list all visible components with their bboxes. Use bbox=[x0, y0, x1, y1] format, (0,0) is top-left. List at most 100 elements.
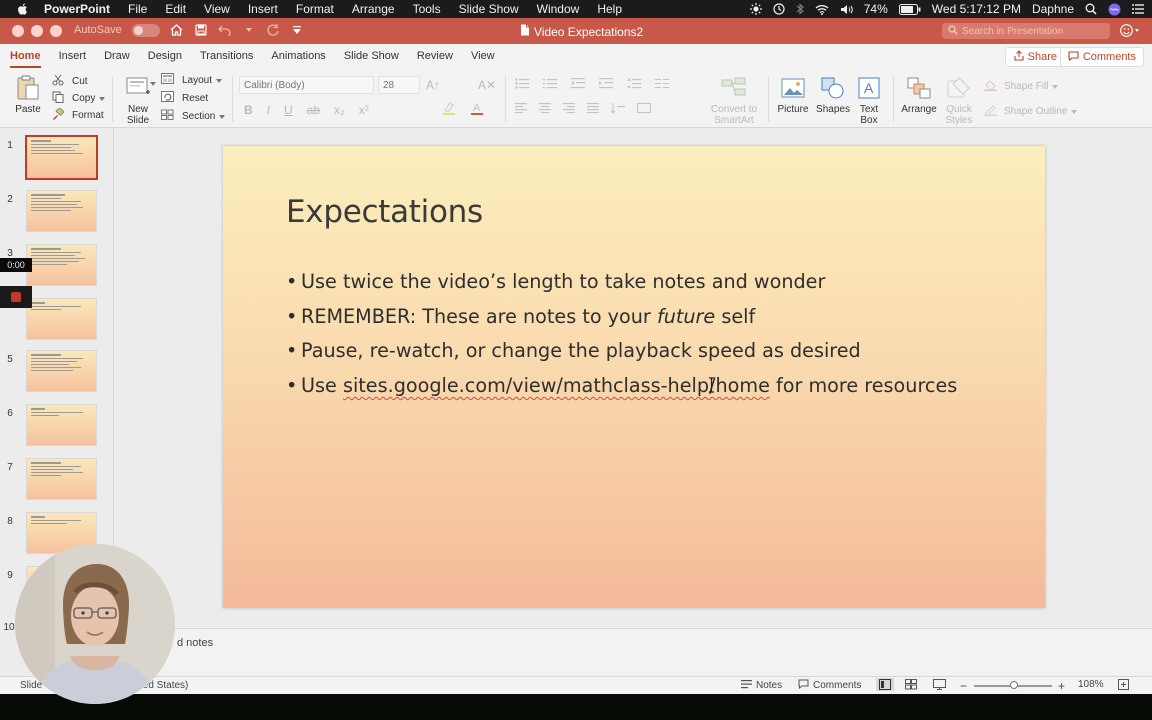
highlight-color-icon[interactable] bbox=[442, 101, 456, 115]
menu-slide-show[interactable]: Slide Show bbox=[459, 2, 519, 16]
tab-slide-show[interactable]: Slide Show bbox=[335, 44, 408, 70]
increase-indent-icon[interactable] bbox=[599, 78, 613, 92]
undo-icon[interactable] bbox=[218, 23, 232, 37]
menu-edit[interactable]: Edit bbox=[165, 2, 186, 16]
slide-thumbnail[interactable]: 7 bbox=[0, 458, 114, 504]
comments-toggle-button[interactable]: Comments bbox=[798, 679, 861, 692]
zoom-level[interactable]: 108% bbox=[1078, 679, 1104, 690]
shape-outline-button[interactable]: Shape Outline bbox=[984, 104, 1078, 119]
undo-dropdown-icon[interactable] bbox=[242, 23, 256, 37]
share-button[interactable]: Share bbox=[1004, 47, 1066, 67]
menu-help[interactable]: Help bbox=[597, 2, 622, 16]
notification-center-icon[interactable] bbox=[1132, 4, 1144, 14]
search-input[interactable] bbox=[962, 25, 1102, 37]
strikethrough-icon[interactable]: ab bbox=[307, 103, 320, 117]
clear-format-icon[interactable]: A✕ bbox=[478, 78, 496, 92]
battery-percent[interactable]: 74% bbox=[864, 2, 888, 16]
new-slide-dropdown-icon[interactable] bbox=[150, 82, 156, 86]
stop-recording-button[interactable] bbox=[0, 286, 32, 308]
section-dropdown-icon[interactable] bbox=[219, 111, 226, 122]
layout-button[interactable]: Layout bbox=[161, 73, 223, 87]
underline-icon[interactable]: U bbox=[284, 103, 293, 117]
align-right-icon[interactable] bbox=[563, 103, 575, 116]
numbering-icon[interactable] bbox=[543, 78, 557, 92]
justify-icon[interactable] bbox=[587, 103, 599, 116]
menubar-user[interactable]: Daphne bbox=[1032, 2, 1074, 16]
columns-icon[interactable] bbox=[655, 78, 669, 92]
webcam-overlay[interactable] bbox=[15, 544, 175, 704]
italic-icon[interactable]: I bbox=[267, 103, 270, 117]
volume-icon[interactable] bbox=[840, 4, 853, 15]
shape-fill-button[interactable]: Shape Fill bbox=[984, 79, 1059, 94]
format-painter-button[interactable]: Format bbox=[52, 106, 104, 123]
current-slide[interactable]: Expectations • Use twice the video’s leng… bbox=[223, 146, 1045, 608]
bluetooth-icon[interactable] bbox=[796, 3, 804, 15]
decrease-indent-icon[interactable] bbox=[571, 78, 585, 92]
bullets-icon[interactable] bbox=[515, 78, 529, 92]
battery-icon[interactable] bbox=[898, 3, 921, 15]
shapes-button[interactable]: Shapes bbox=[816, 75, 850, 115]
menu-file[interactable]: File bbox=[128, 2, 147, 16]
cut-button[interactable]: Cut bbox=[52, 74, 88, 89]
spotlight-search-icon[interactable] bbox=[1085, 3, 1097, 15]
customize-toolbar-icon[interactable] bbox=[290, 23, 304, 37]
slide-thumbnail[interactable]: 6 bbox=[0, 404, 114, 450]
comments-button[interactable]: Comments bbox=[1059, 47, 1144, 67]
time-machine-icon[interactable] bbox=[773, 3, 785, 15]
align-text-icon[interactable] bbox=[637, 103, 651, 116]
slide-bullet-list[interactable]: • Use twice the video’s length to take no… bbox=[286, 270, 957, 408]
slide-thumbnail[interactable]: 5 bbox=[0, 350, 114, 396]
home-icon[interactable] bbox=[170, 23, 184, 37]
notes-pane[interactable]: d notes bbox=[115, 628, 1152, 676]
layout-dropdown-icon[interactable] bbox=[216, 75, 223, 86]
tab-design[interactable]: Design bbox=[139, 44, 191, 70]
font-color-icon[interactable]: A bbox=[470, 101, 484, 115]
line-spacing-icon[interactable] bbox=[627, 78, 641, 92]
reading-view-icon[interactable] bbox=[933, 679, 946, 690]
autosave-toggle[interactable] bbox=[131, 23, 160, 37]
resource-link[interactable]: sites.google.com/view/mathclass-help/hom… bbox=[343, 374, 770, 409]
slide-thumbnail[interactable]: 1 bbox=[0, 135, 114, 182]
bold-icon[interactable]: B bbox=[244, 103, 253, 117]
tab-view[interactable]: View bbox=[462, 44, 504, 70]
minimize-window-button[interactable] bbox=[31, 25, 43, 37]
tab-transitions[interactable]: Transitions bbox=[191, 44, 262, 70]
font-size-field[interactable] bbox=[378, 76, 420, 94]
tab-draw[interactable]: Draw bbox=[95, 44, 139, 70]
tab-animations[interactable]: Animations bbox=[262, 44, 334, 70]
picture-button[interactable]: Picture bbox=[776, 75, 810, 115]
text-box-button[interactable]: A Text Box bbox=[853, 75, 885, 126]
subscript-icon[interactable]: x₂ bbox=[334, 103, 345, 117]
zoom-slider-handle[interactable] bbox=[1010, 681, 1018, 689]
slide-title[interactable]: Expectations bbox=[286, 194, 483, 230]
redo-icon[interactable] bbox=[266, 23, 280, 37]
copy-dropdown-icon[interactable] bbox=[99, 93, 106, 104]
apple-menu-icon[interactable] bbox=[16, 2, 30, 16]
feedback-smiley-icon[interactable] bbox=[1120, 24, 1140, 40]
zoom-in-icon[interactable]: + bbox=[1058, 679, 1065, 693]
fit-to-window-icon[interactable] bbox=[1118, 679, 1129, 690]
font-name-field[interactable] bbox=[239, 76, 374, 94]
brightness-icon[interactable] bbox=[749, 3, 762, 15]
align-center-icon[interactable] bbox=[539, 103, 551, 116]
menubar-clock[interactable]: Wed 5:17:12 PM bbox=[932, 2, 1021, 16]
search-presentation-box[interactable] bbox=[942, 23, 1110, 39]
tab-insert[interactable]: Insert bbox=[50, 44, 96, 70]
tab-home[interactable]: Home bbox=[1, 44, 50, 70]
save-icon[interactable] bbox=[194, 23, 208, 37]
superscript-icon[interactable]: x² bbox=[359, 103, 369, 117]
increase-font-icon[interactable]: A↑ bbox=[426, 78, 440, 92]
menu-format[interactable]: Format bbox=[296, 2, 334, 16]
notes-toggle-button[interactable]: Notes bbox=[741, 679, 782, 692]
menu-tools[interactable]: Tools bbox=[413, 2, 441, 16]
copy-button[interactable]: Copy bbox=[52, 91, 106, 106]
section-button[interactable]: Section bbox=[161, 109, 226, 123]
reset-button[interactable]: Reset bbox=[161, 91, 208, 105]
tab-review[interactable]: Review bbox=[408, 44, 462, 70]
quick-styles-button[interactable]: Quick Styles bbox=[942, 75, 976, 126]
align-left-icon[interactable] bbox=[515, 103, 527, 116]
convert-smartart-button[interactable]: Convert to SmartArt bbox=[710, 75, 758, 126]
menu-view[interactable]: View bbox=[204, 2, 230, 16]
zoom-out-icon[interactable]: − bbox=[960, 679, 967, 693]
menu-window[interactable]: Window bbox=[537, 2, 580, 16]
